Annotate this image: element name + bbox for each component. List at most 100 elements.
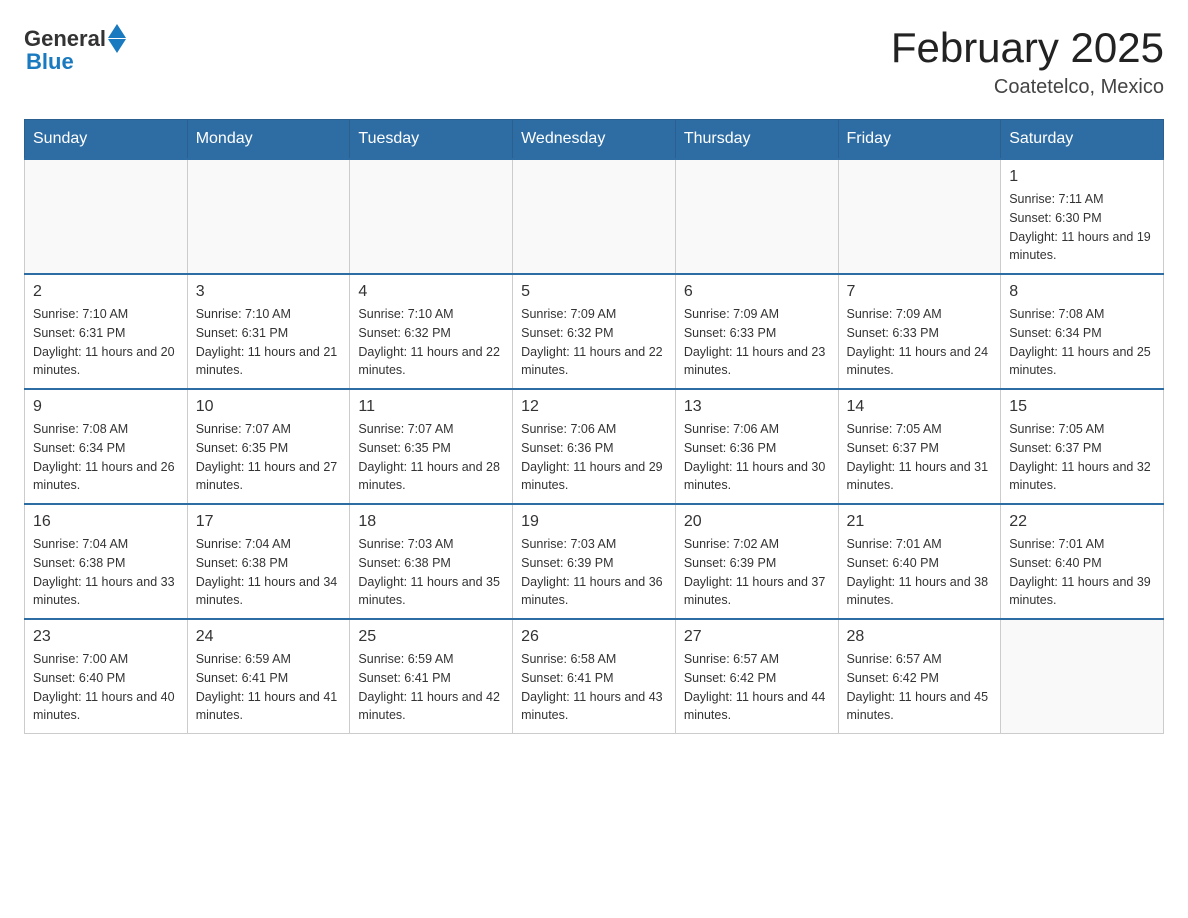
calendar-cell: 4 Sunrise: 7:10 AM Sunset: 6:32 PM Daylig… xyxy=(350,274,513,389)
day-info: Sunrise: 7:07 AM Sunset: 6:35 PM Dayligh… xyxy=(358,420,504,495)
logo: General Blue xyxy=(24,24,126,75)
day-number: 7 xyxy=(847,283,993,301)
day-number: 2 xyxy=(33,283,179,301)
calendar-cell: 12Sunrise: 7:06 AM Sunset: 6:36 PM Dayli… xyxy=(513,389,676,504)
calendar-cell: 23Sunrise: 7:00 AM Sunset: 6:40 PM Dayli… xyxy=(25,619,188,734)
day-number: 27 xyxy=(684,628,830,646)
calendar-cell xyxy=(838,159,1001,274)
calendar-cell xyxy=(513,159,676,274)
day-number: 9 xyxy=(33,398,179,416)
day-number: 6 xyxy=(684,283,830,301)
day-info: Sunrise: 7:04 AM Sunset: 6:38 PM Dayligh… xyxy=(196,535,342,610)
calendar-cell: 14 Sunrise: 7:05 AM Sunset: 6:37 PM Dayli… xyxy=(838,389,1001,504)
day-info: Sunrise: 7:09 AM Sunset: 6:33 PM Dayligh… xyxy=(684,305,830,380)
day-number: 23 xyxy=(33,628,179,646)
calendar-cell: 28 Sunrise: 6:57 AM Sunset: 6:42 PM Dayli… xyxy=(838,619,1001,734)
calendar-cell: 13 Sunrise: 7:06 AM Sunset: 6:36 PM Dayli… xyxy=(675,389,838,504)
calendar-cell: 10Sunrise: 7:07 AM Sunset: 6:35 PM Dayli… xyxy=(187,389,350,504)
day-number: 22 xyxy=(1009,513,1155,531)
day-info: Sunrise: 7:06 AM Sunset: 6:36 PM Dayligh… xyxy=(684,420,830,495)
weekday-header-saturday: Saturday xyxy=(1001,120,1164,160)
month-title: February 2025 xyxy=(891,24,1164,72)
day-number: 24 xyxy=(196,628,342,646)
calendar-cell: 5 Sunrise: 7:09 AM Sunset: 6:32 PM Daylig… xyxy=(513,274,676,389)
calendar-cell xyxy=(187,159,350,274)
week-row-1: 1 Sunrise: 7:11 AM Sunset: 6:30 PM Daylig… xyxy=(25,159,1164,274)
weekday-header-thursday: Thursday xyxy=(675,120,838,160)
day-info: Sunrise: 6:59 AM Sunset: 6:41 PM Dayligh… xyxy=(196,650,342,725)
calendar-cell: 19Sunrise: 7:03 AM Sunset: 6:39 PM Dayli… xyxy=(513,504,676,619)
day-number: 19 xyxy=(521,513,667,531)
day-info: Sunrise: 7:09 AM Sunset: 6:33 PM Dayligh… xyxy=(847,305,993,380)
calendar-cell xyxy=(1001,619,1164,734)
day-number: 15 xyxy=(1009,398,1155,416)
day-info: Sunrise: 7:01 AM Sunset: 6:40 PM Dayligh… xyxy=(1009,535,1155,610)
location-title: Coatetelco, Mexico xyxy=(891,76,1164,99)
calendar-cell: 22 Sunrise: 7:01 AM Sunset: 6:40 PM Dayli… xyxy=(1001,504,1164,619)
calendar-cell xyxy=(25,159,188,274)
day-info: Sunrise: 7:11 AM Sunset: 6:30 PM Dayligh… xyxy=(1009,190,1155,265)
calendar-cell: 21Sunrise: 7:01 AM Sunset: 6:40 PM Dayli… xyxy=(838,504,1001,619)
weekday-header-friday: Friday xyxy=(838,120,1001,160)
calendar-cell: 6 Sunrise: 7:09 AM Sunset: 6:33 PM Daylig… xyxy=(675,274,838,389)
day-info: Sunrise: 7:03 AM Sunset: 6:38 PM Dayligh… xyxy=(358,535,504,610)
day-info: Sunrise: 7:05 AM Sunset: 6:37 PM Dayligh… xyxy=(847,420,993,495)
calendar-cell: 26 Sunrise: 6:58 AM Sunset: 6:41 PM Dayli… xyxy=(513,619,676,734)
day-info: Sunrise: 6:59 AM Sunset: 6:41 PM Dayligh… xyxy=(358,650,504,725)
week-row-2: 2 Sunrise: 7:10 AM Sunset: 6:31 PM Daylig… xyxy=(25,274,1164,389)
calendar-cell: 24 Sunrise: 6:59 AM Sunset: 6:41 PM Dayli… xyxy=(187,619,350,734)
calendar-cell: 3Sunrise: 7:10 AM Sunset: 6:31 PM Daylig… xyxy=(187,274,350,389)
day-number: 8 xyxy=(1009,283,1155,301)
day-number: 4 xyxy=(358,283,504,301)
day-info: Sunrise: 6:58 AM Sunset: 6:41 PM Dayligh… xyxy=(521,650,667,725)
day-info: Sunrise: 7:09 AM Sunset: 6:32 PM Dayligh… xyxy=(521,305,667,380)
day-info: Sunrise: 7:05 AM Sunset: 6:37 PM Dayligh… xyxy=(1009,420,1155,495)
weekday-header-sunday: Sunday xyxy=(25,120,188,160)
calendar-cell: 8 Sunrise: 7:08 AM Sunset: 6:34 PM Daylig… xyxy=(1001,274,1164,389)
day-number: 28 xyxy=(847,628,993,646)
day-info: Sunrise: 7:07 AM Sunset: 6:35 PM Dayligh… xyxy=(196,420,342,495)
day-number: 1 xyxy=(1009,168,1155,186)
day-number: 14 xyxy=(847,398,993,416)
day-number: 13 xyxy=(684,398,830,416)
day-info: Sunrise: 7:01 AM Sunset: 6:40 PM Dayligh… xyxy=(847,535,993,610)
calendar-cell: 17 Sunrise: 7:04 AM Sunset: 6:38 PM Dayli… xyxy=(187,504,350,619)
day-info: Sunrise: 7:04 AM Sunset: 6:38 PM Dayligh… xyxy=(33,535,179,610)
calendar-cell: 15 Sunrise: 7:05 AM Sunset: 6:37 PM Dayli… xyxy=(1001,389,1164,504)
calendar-cell: 20 Sunrise: 7:02 AM Sunset: 6:39 PM Dayli… xyxy=(675,504,838,619)
day-number: 26 xyxy=(521,628,667,646)
week-row-5: 23Sunrise: 7:00 AM Sunset: 6:40 PM Dayli… xyxy=(25,619,1164,734)
page-header: General Blue February 2025 Coatetelco, M… xyxy=(24,24,1164,99)
calendar-cell: 18Sunrise: 7:03 AM Sunset: 6:38 PM Dayli… xyxy=(350,504,513,619)
calendar-cell xyxy=(675,159,838,274)
day-info: Sunrise: 6:57 AM Sunset: 6:42 PM Dayligh… xyxy=(847,650,993,725)
calendar-cell: 7 Sunrise: 7:09 AM Sunset: 6:33 PM Daylig… xyxy=(838,274,1001,389)
day-number: 20 xyxy=(684,513,830,531)
day-info: Sunrise: 7:08 AM Sunset: 6:34 PM Dayligh… xyxy=(1009,305,1155,380)
calendar-cell: 2 Sunrise: 7:10 AM Sunset: 6:31 PM Daylig… xyxy=(25,274,188,389)
day-info: Sunrise: 7:10 AM Sunset: 6:32 PM Dayligh… xyxy=(358,305,504,380)
calendar-cell: 27 Sunrise: 6:57 AM Sunset: 6:42 PM Dayli… xyxy=(675,619,838,734)
day-info: Sunrise: 7:10 AM Sunset: 6:31 PM Dayligh… xyxy=(33,305,179,380)
calendar-cell: 25 Sunrise: 6:59 AM Sunset: 6:41 PM Dayli… xyxy=(350,619,513,734)
logo-general-text: General xyxy=(24,26,106,52)
day-info: Sunrise: 7:08 AM Sunset: 6:34 PM Dayligh… xyxy=(33,420,179,495)
weekday-header-wednesday: Wednesday xyxy=(513,120,676,160)
day-info: Sunrise: 7:02 AM Sunset: 6:39 PM Dayligh… xyxy=(684,535,830,610)
day-number: 25 xyxy=(358,628,504,646)
calendar-cell xyxy=(350,159,513,274)
title-section: February 2025 Coatetelco, Mexico xyxy=(891,24,1164,99)
day-number: 17 xyxy=(196,513,342,531)
day-number: 16 xyxy=(33,513,179,531)
day-info: Sunrise: 6:57 AM Sunset: 6:42 PM Dayligh… xyxy=(684,650,830,725)
calendar-cell: 1 Sunrise: 7:11 AM Sunset: 6:30 PM Daylig… xyxy=(1001,159,1164,274)
calendar-cell: 16 Sunrise: 7:04 AM Sunset: 6:38 PM Dayli… xyxy=(25,504,188,619)
calendar-cell: 9 Sunrise: 7:08 AM Sunset: 6:34 PM Daylig… xyxy=(25,389,188,504)
weekday-header-row: SundayMondayTuesdayWednesdayThursdayFrid… xyxy=(25,120,1164,160)
weekday-header-tuesday: Tuesday xyxy=(350,120,513,160)
day-number: 12 xyxy=(521,398,667,416)
day-number: 3 xyxy=(196,283,342,301)
day-number: 5 xyxy=(521,283,667,301)
week-row-3: 9 Sunrise: 7:08 AM Sunset: 6:34 PM Daylig… xyxy=(25,389,1164,504)
calendar-cell: 11Sunrise: 7:07 AM Sunset: 6:35 PM Dayli… xyxy=(350,389,513,504)
